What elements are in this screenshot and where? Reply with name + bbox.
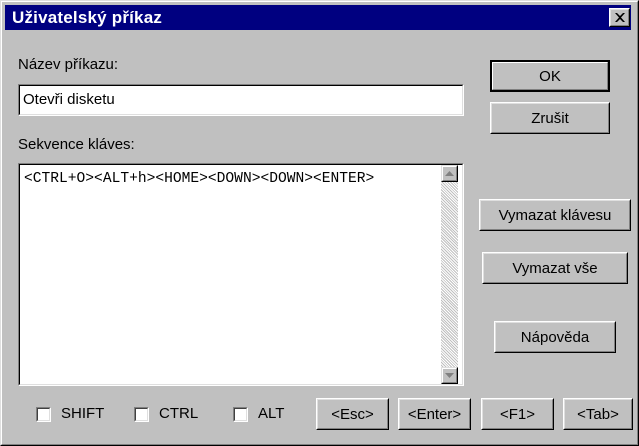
- alt-checkbox[interactable]: [233, 407, 248, 422]
- close-icon: [615, 13, 625, 22]
- delete-key-button[interactable]: Vymazat klávesu: [479, 199, 631, 231]
- command-name-label: Název příkazu:: [18, 56, 119, 73]
- f1-key-button[interactable]: <F1>: [481, 398, 554, 430]
- chevron-down-icon: [445, 373, 454, 378]
- command-name-value: Otevři disketu: [23, 91, 115, 108]
- chevron-up-icon: [445, 171, 454, 176]
- key-sequence-label: Sekvence kláves:: [18, 136, 135, 153]
- ctrl-checkbox[interactable]: [134, 407, 149, 422]
- delete-all-button[interactable]: Vymazat vše: [482, 252, 628, 284]
- scroll-down-button[interactable]: [441, 367, 458, 384]
- window-title: Uživatelský příkaz: [12, 8, 163, 27]
- shift-checkbox[interactable]: [36, 407, 51, 422]
- ctrl-checkbox-label[interactable]: CTRL: [159, 405, 198, 422]
- shift-checkbox-label[interactable]: SHIFT: [61, 405, 104, 422]
- ok-button[interactable]: OK: [490, 60, 610, 92]
- cancel-button[interactable]: Zrušit: [490, 102, 610, 134]
- dialog-window: Uživatelský příkaz Název příkazu: Otevři…: [0, 0, 639, 446]
- command-name-input[interactable]: Otevři disketu: [18, 84, 464, 116]
- key-sequence-value: <CTRL+O><ALT+h><HOME><DOWN><DOWN><ENTER>: [24, 171, 375, 187]
- alt-checkbox-label[interactable]: ALT: [258, 405, 284, 422]
- vertical-scrollbar[interactable]: [441, 165, 458, 384]
- help-button[interactable]: Nápověda: [494, 321, 616, 353]
- title-bar[interactable]: Uživatelský příkaz: [5, 5, 631, 30]
- scroll-up-button[interactable]: [441, 165, 458, 182]
- close-button[interactable]: [609, 8, 630, 27]
- enter-key-button[interactable]: <Enter>: [398, 398, 471, 430]
- key-sequence-textarea[interactable]: <CTRL+O><ALT+h><HOME><DOWN><DOWN><ENTER>: [18, 163, 464, 386]
- tab-key-button[interactable]: <Tab>: [563, 398, 633, 430]
- esc-key-button[interactable]: <Esc>: [316, 398, 389, 430]
